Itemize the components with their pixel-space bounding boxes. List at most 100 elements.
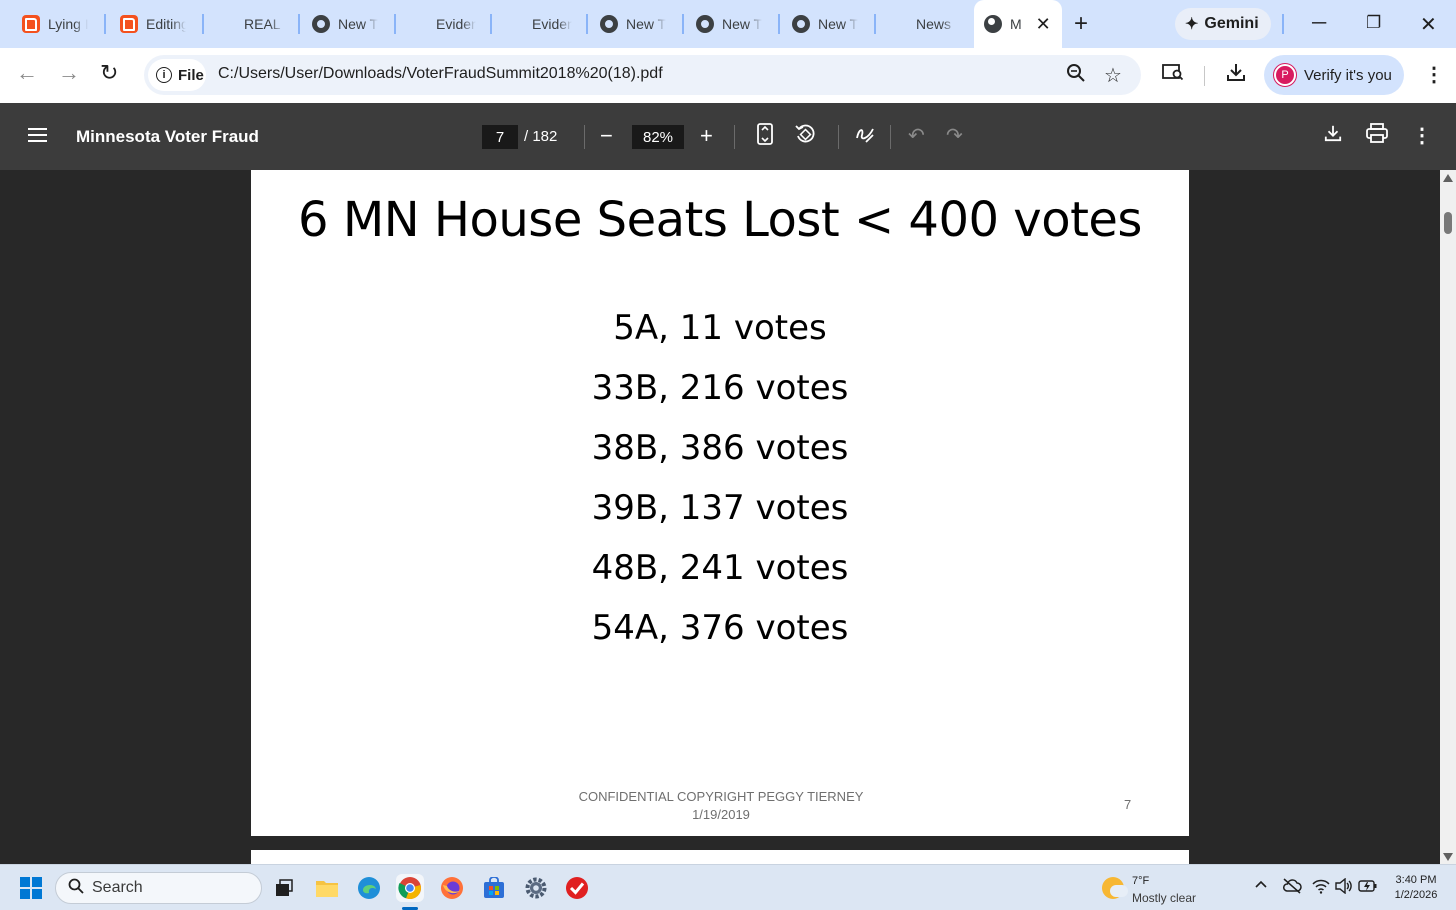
undo-icon[interactable]: ↶ <box>908 123 925 149</box>
new-tab-button[interactable]: + <box>1074 10 1088 38</box>
reload-icon[interactable]: ↻ <box>100 60 118 86</box>
task-view-icon[interactable] <box>270 874 298 902</box>
pdf-page: 6 MN House Seats Lost < 400 votes 5A, 11… <box>251 170 1189 836</box>
taskbar-search[interactable]: Search <box>55 872 262 904</box>
scroll-down-arrow-icon[interactable] <box>1443 853 1453 861</box>
tab-separator <box>394 14 396 34</box>
verify-label: Verify it's you <box>1304 66 1392 84</box>
browser-menu-icon[interactable]: ⋮ <box>1424 62 1444 87</box>
battery-charging-icon[interactable] <box>1358 878 1378 897</box>
show-hidden-icons-chevron-icon[interactable] <box>1254 877 1268 894</box>
vote-line: 48B, 241 votes <box>591 548 849 588</box>
vertical-scrollbar[interactable] <box>1440 170 1456 864</box>
sparkle-icon: ✦ <box>1185 16 1199 33</box>
rotate-icon[interactable] <box>794 123 816 151</box>
info-icon: i <box>156 67 172 83</box>
gemini-button[interactable]: ✦ Gemini <box>1175 8 1271 40</box>
chrome-browser-icon[interactable] <box>396 874 424 902</box>
pdf-viewer: 6 MN House Seats Lost < 400 votes 5A, 11… <box>0 170 1456 864</box>
system-clock[interactable]: 3:40 PM 1/2/2026 <box>1384 873 1448 903</box>
tab-separator <box>104 14 106 34</box>
close-window-icon[interactable]: ✕ <box>1420 12 1437 37</box>
download-icon[interactable] <box>1226 62 1246 88</box>
toolbar-divider <box>838 125 839 149</box>
browser-tab[interactable]: Eviden <box>532 8 578 40</box>
blogger-icon <box>22 15 40 33</box>
settings-gear-icon[interactable] <box>522 874 550 902</box>
tab-title: New T <box>722 16 762 32</box>
tab-separator <box>202 14 204 34</box>
fit-page-icon[interactable] <box>756 123 774 151</box>
more-options-icon[interactable]: ⋮ <box>1412 123 1432 149</box>
gemini-label: Gemini <box>1204 15 1259 32</box>
tab-separator <box>1282 14 1284 34</box>
tab-title: New T <box>338 16 378 32</box>
volume-icon[interactable] <box>1335 877 1353 897</box>
firefox-browser-icon[interactable] <box>438 874 466 902</box>
edge-browser-icon[interactable] <box>355 874 383 902</box>
todo-check-icon[interactable] <box>563 874 591 902</box>
tab-search-icon[interactable] <box>1162 62 1184 88</box>
page-number-input[interactable]: 7 <box>482 125 518 149</box>
menu-icon[interactable] <box>28 128 47 142</box>
browser-tab[interactable]: New T <box>312 8 384 40</box>
toolbar-divider <box>1204 66 1205 86</box>
browser-tab[interactable]: New T <box>600 8 672 40</box>
file-explorer-icon[interactable] <box>313 874 341 902</box>
pdf-toolbar: Minnesota Voter Fraud 7 / 182 − 82% + ↶ … <box>0 103 1456 170</box>
browser-tab[interactable]: Eviden <box>436 8 482 40</box>
tab-title: Editing <box>146 16 186 32</box>
scroll-up-arrow-icon[interactable] <box>1443 174 1453 182</box>
browser-tab[interactable]: Lying I <box>22 8 92 40</box>
blogger-icon <box>120 15 138 33</box>
tab-strip: Lying I Editing REAL I New T Eviden Evid… <box>0 0 1456 48</box>
address-bar[interactable]: i File C:/Users/User/Downloads/VoterFrau… <box>144 55 1141 95</box>
vote-list: 5A, 11 votes 33B, 216 votes 38B, 386 vot… <box>251 306 1189 666</box>
annotate-pen-icon[interactable] <box>854 123 876 151</box>
browser-tab-active[interactable]: M ✕ <box>974 0 1062 48</box>
cloud-offline-icon[interactable] <box>1282 878 1302 897</box>
vote-line: 5A, 11 votes <box>613 308 827 348</box>
download-icon[interactable] <box>1324 123 1342 149</box>
search-placeholder: Search <box>92 879 143 896</box>
back-arrow-icon[interactable]: ← <box>16 60 38 86</box>
scrollbar-thumb[interactable] <box>1444 212 1452 234</box>
weather-cloud-icon <box>1110 885 1128 897</box>
wifi-icon[interactable] <box>1312 878 1330 897</box>
chrome-icon <box>696 15 714 33</box>
chrome-icon <box>600 15 618 33</box>
toolbar-divider <box>584 125 585 149</box>
url-text[interactable]: C:/Users/User/Downloads/VoterFraudSummit… <box>218 65 663 83</box>
forward-arrow-icon[interactable]: → <box>58 60 80 86</box>
zoom-magnifier-icon[interactable] <box>1066 63 1086 89</box>
close-tab-icon[interactable]: ✕ <box>1036 14 1051 35</box>
browser-tab[interactable]: REAL I <box>244 8 290 40</box>
browser-tab[interactable]: New T <box>792 8 864 40</box>
bookmark-star-icon[interactable]: ☆ <box>1104 63 1122 88</box>
zoom-out-icon[interactable]: − <box>600 123 613 149</box>
zoom-input[interactable]: 82% <box>632 125 684 149</box>
microsoft-store-icon[interactable] <box>480 874 508 902</box>
print-icon[interactable] <box>1366 123 1388 149</box>
browser-tab[interactable]: Editing <box>120 8 192 40</box>
clock-date: 1/2/2026 <box>1394 889 1438 901</box>
restore-icon[interactable]: ❐ <box>1366 13 1381 33</box>
minimize-icon[interactable]: ─ <box>1312 12 1326 35</box>
vote-line: 38B, 386 votes <box>591 428 849 468</box>
site-info-chip[interactable]: i File <box>148 59 206 91</box>
verify-profile-button[interactable]: P Verify it's you <box>1264 55 1404 95</box>
tab-separator <box>586 14 588 34</box>
vote-line: 54A, 376 votes <box>591 608 849 648</box>
tab-separator <box>682 14 684 34</box>
browser-tab[interactable]: New T <box>696 8 768 40</box>
taskbar: Search 7°F Mostly clear 3:40 PM 1/2/2026 <box>0 864 1456 910</box>
redo-icon[interactable]: ↷ <box>946 123 963 149</box>
zoom-in-icon[interactable]: + <box>700 123 713 149</box>
tab-title: New T <box>818 16 858 32</box>
vote-line: 33B, 216 votes <box>591 368 849 408</box>
browser-toolbar: ← → ↻ i File C:/Users/User/Downloads/Vot… <box>0 48 1456 103</box>
windows-start-icon[interactable] <box>20 877 42 899</box>
tab-separator <box>874 14 876 34</box>
tab-separator <box>490 14 492 34</box>
browser-tab[interactable]: News <box>916 8 962 40</box>
